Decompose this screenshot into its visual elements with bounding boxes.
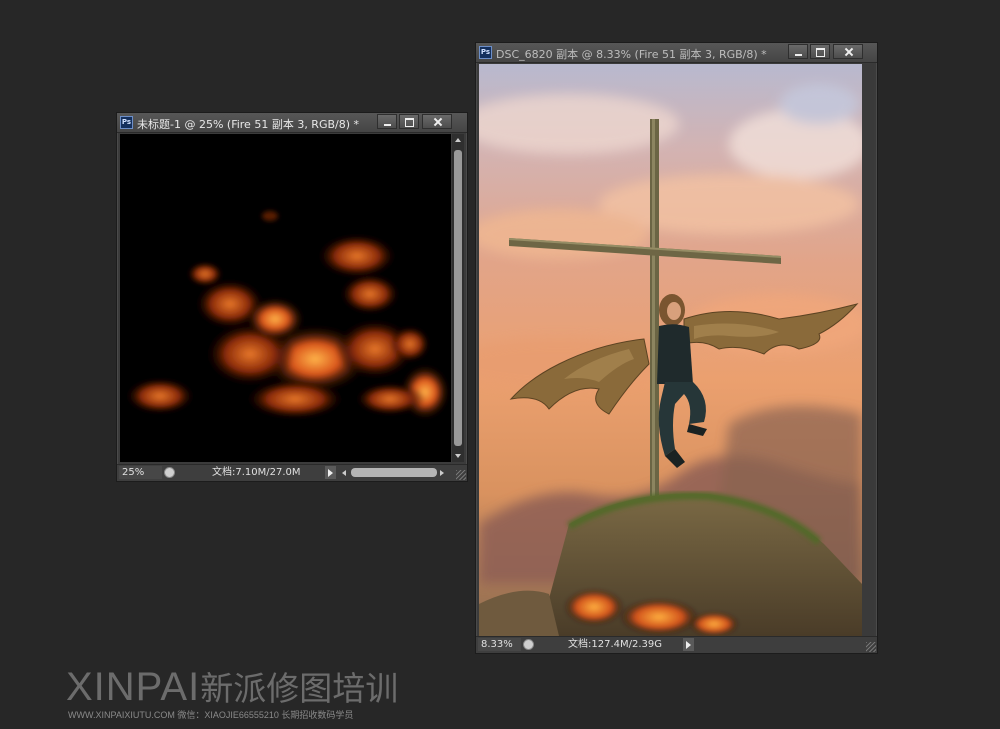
scroll-up-arrow[interactable] [455,138,461,142]
minimize-icon[interactable] [788,44,808,59]
vertical-scrollbar[interactable] [862,64,874,636]
document-size-info: 文档:127.4M/2.39G [568,639,663,650]
close-icon[interactable] [422,114,452,129]
status-icon[interactable] [164,467,175,478]
brand-name-cn: 新派修图培训 [200,670,399,707]
photoshop-doc-icon: Ps [120,116,133,129]
zoom-field[interactable]: 25% [119,466,162,479]
minimize-icon[interactable] [377,114,397,129]
maximize-icon[interactable] [810,44,830,59]
window-titlebar[interactable]: Ps 未标题-1 @ 25% (Fire 51 副本 3, RGB/8) * [117,113,467,133]
status-bar: 25% 文档:7.10M/27.0M [117,464,467,481]
document-window-fire[interactable]: Ps 未标题-1 @ 25% (Fire 51 副本 3, RGB/8) * 2… [116,112,468,482]
document-size-info: 文档:7.10M/27.0M [212,467,301,478]
resize-grip-icon[interactable] [866,642,876,652]
vertical-scroll-thumb[interactable] [454,150,462,446]
fire-image [120,211,451,462]
window-titlebar[interactable]: Ps DSC_6820 副本 @ 8.33% (Fire 51 副本 3, RG… [476,43,877,63]
brand-subline: WWW.XINPAIXIUTU.COM 微信：XIAOJIE66555210 长… [68,710,354,720]
photoshop-doc-icon: Ps [479,46,492,59]
status-icon[interactable] [523,639,534,650]
vertical-scrollbar[interactable] [452,134,464,462]
document-canvas[interactable] [120,134,451,462]
close-icon[interactable] [833,44,863,59]
angel-cross-image [479,64,862,636]
status-bar: 8.33% 文档:127.4M/2.39G [476,636,877,653]
resize-grip-icon[interactable] [456,470,466,480]
horizontal-scroll-thumb[interactable] [351,468,437,477]
scroll-right-arrow[interactable] [440,470,444,476]
document-window-angel[interactable]: Ps DSC_6820 副本 @ 8.33% (Fire 51 副本 3, RG… [475,42,878,654]
window-title: DSC_6820 副本 @ 8.33% (Fire 51 副本 3, RGB/8… [496,48,767,61]
document-canvas[interactable] [479,64,862,636]
play-arrow-icon[interactable] [325,466,336,479]
brand-name: XINPAI [66,665,201,709]
scroll-left-arrow[interactable] [342,470,346,476]
window-title: 未标题-1 @ 25% (Fire 51 副本 3, RGB/8) * [137,118,360,131]
maximize-icon[interactable] [399,114,419,129]
brand-logo: XINPAI新派修图培训 [66,665,398,711]
scroll-down-arrow[interactable] [455,454,461,458]
play-arrow-icon[interactable] [683,638,694,651]
zoom-field[interactable]: 8.33% [478,638,521,651]
